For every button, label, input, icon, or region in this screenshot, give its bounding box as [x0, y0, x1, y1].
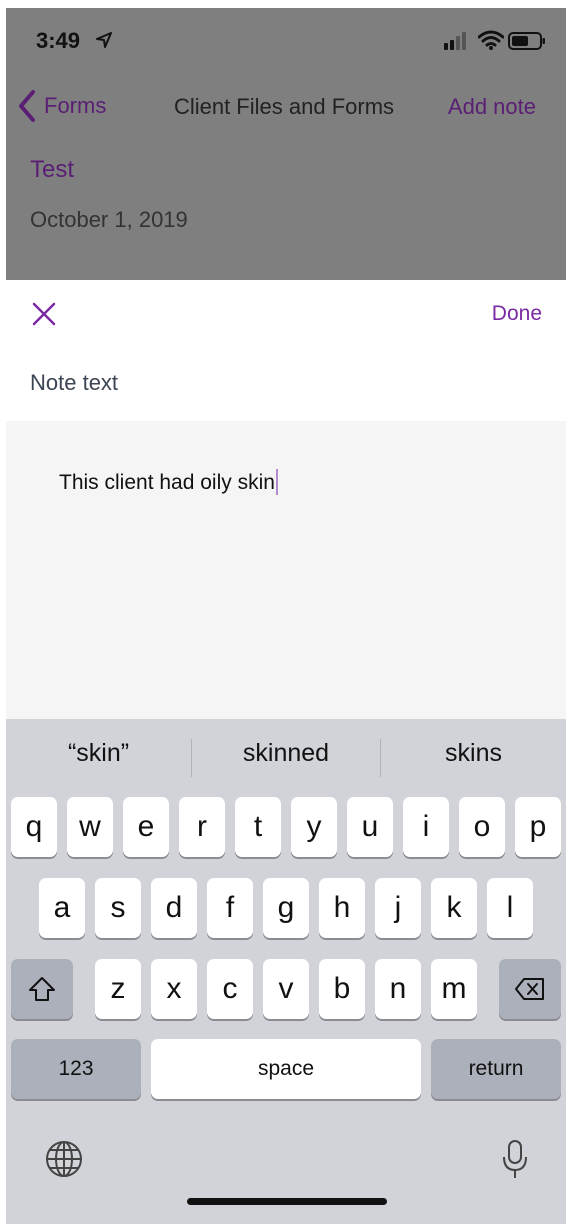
suggestion-bar: “skin” skinned skins [6, 719, 566, 795]
return-key[interactable]: return [431, 1039, 561, 1099]
shift-icon [29, 977, 55, 1001]
key-g[interactable]: g [263, 878, 309, 938]
key-y[interactable]: y [291, 797, 337, 857]
status-time: 3:49 [36, 28, 81, 53]
key-m[interactable]: m [431, 959, 477, 1019]
key-k[interactable]: k [431, 878, 477, 938]
key-p[interactable]: p [515, 797, 561, 857]
key-q[interactable]: q [11, 797, 57, 857]
globe-icon[interactable] [44, 1139, 84, 1179]
key-d[interactable]: d [151, 878, 197, 938]
suggestion-item[interactable]: “skin” [6, 739, 191, 768]
key-s[interactable]: s [95, 878, 141, 938]
key-u[interactable]: u [347, 797, 393, 857]
key-f[interactable]: f [207, 878, 253, 938]
note-text-content: This client had oily skin [59, 471, 275, 494]
key-t[interactable]: t [235, 797, 281, 857]
shift-key[interactable] [11, 959, 73, 1019]
key-r[interactable]: r [179, 797, 225, 857]
note-title: Test [30, 156, 75, 183]
backspace-icon [515, 978, 544, 1000]
wifi-icon [478, 30, 504, 50]
key-e[interactable]: e [123, 797, 169, 857]
key-v[interactable]: v [263, 959, 309, 1019]
note-text-input[interactable]: This client had oily skin [6, 421, 566, 719]
microphone-icon[interactable] [500, 1139, 530, 1181]
status-bar: 3:49 [0, 0, 560, 80]
key-x[interactable]: x [151, 959, 197, 1019]
delete-key[interactable] [499, 959, 561, 1019]
key-z[interactable]: z [95, 959, 141, 1019]
key-j[interactable]: j [375, 878, 421, 938]
suggestion-item[interactable]: skinned [192, 739, 380, 768]
space-key[interactable]: space [151, 1039, 421, 1099]
key-o[interactable]: o [459, 797, 505, 857]
key-a[interactable]: a [39, 878, 85, 938]
key-w[interactable]: w [67, 797, 113, 857]
numbers-key[interactable]: 123 [11, 1039, 141, 1099]
close-icon[interactable] [30, 300, 58, 328]
suggestion-item[interactable]: skins [381, 739, 566, 768]
key-h[interactable]: h [319, 878, 365, 938]
note-text-label: Note text [30, 370, 119, 395]
battery-icon [508, 32, 545, 50]
location-arrow-icon [96, 32, 112, 48]
home-indicator[interactable] [187, 1198, 387, 1205]
keyboard: “skin” skinned skins q w e r t y u i o p… [6, 719, 566, 1224]
key-c[interactable]: c [207, 959, 253, 1019]
key-n[interactable]: n [375, 959, 421, 1019]
note-date: October 1, 2019 [30, 207, 188, 232]
cellular-signal-icon [444, 32, 466, 50]
text-caret [275, 469, 278, 495]
done-button[interactable]: Done [492, 302, 542, 326]
key-i[interactable]: i [403, 797, 449, 857]
add-note-button[interactable]: Add note [448, 94, 536, 120]
note-text-value: This client had oily skin [59, 469, 278, 495]
key-b[interactable]: b [319, 959, 365, 1019]
key-l[interactable]: l [487, 878, 533, 938]
